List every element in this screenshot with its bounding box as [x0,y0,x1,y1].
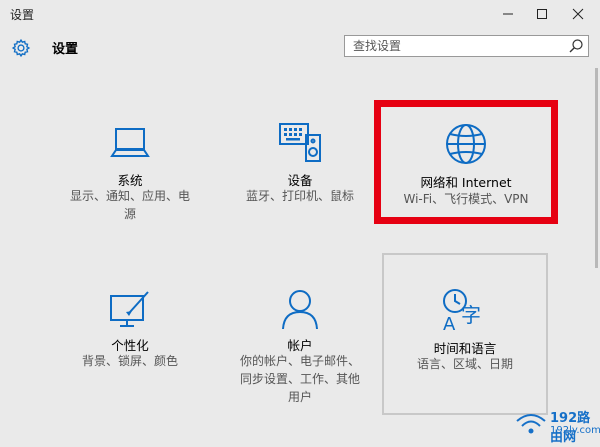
svg-text:A: A [443,314,456,332]
page-title: 设置 [52,42,79,57]
title-bar: 设置 [0,0,600,28]
search-box[interactable] [344,35,589,57]
keyboard-speaker-icon [279,123,321,162]
close-button[interactable] [563,0,593,28]
tile-desc: 语言、区域、日期 [416,357,513,371]
search-icon[interactable] [568,38,584,54]
tile-desc: 同步设置、工作、其他 [239,372,360,386]
close-icon [572,8,584,20]
scrollbar-thumb[interactable] [595,68,598,268]
watermark: 192路由网 192ly.com [510,405,600,447]
tile-devices[interactable]: 设备 蓝牙、打印机、鼠标 [225,115,375,225]
scrollbar[interactable] [593,68,599,438]
tile-desc: 你的帐户、电子邮件、 [239,354,360,368]
person-icon [282,290,318,330]
tile-system[interactable]: 系统 显示、通知、应用、电 源 [55,115,205,225]
tile-network[interactable]: 网络和 Internet Wi-Fi、飞行模式、VPN [374,100,558,224]
minimize-icon [503,13,513,15]
tile-time-language[interactable]: A 字 时间和语言 语言、区域、日期 [382,253,548,415]
watermark-site: 192ly.com [550,425,600,436]
clock-language-icon: A 字 [443,289,481,332]
maximize-button[interactable] [527,0,557,28]
window-title: 设置 [10,8,35,22]
maximize-icon [537,9,547,19]
tile-desc: 显示、通知、应用、电 [69,189,190,203]
tile-label: 网络和 Internet [420,175,512,190]
tile-desc: 背景、锁屏、颜色 [81,354,178,368]
globe-icon [446,124,486,164]
tile-desc: Wi-Fi、飞行模式、VPN [403,192,529,206]
tile-personalization[interactable]: 个性化 背景、锁屏、颜色 [55,280,205,410]
laptop-icon [110,128,150,157]
gear-icon [11,38,31,58]
tile-desc: 用户 [287,390,312,404]
wifi-logo-icon [516,414,546,434]
tile-desc: 蓝牙、打印机、鼠标 [245,189,354,203]
tile-accounts[interactable]: 帐户 你的帐户、电子邮件、 同步设置、工作、其他 用户 [225,280,375,410]
search-input[interactable] [345,36,568,56]
minimize-button[interactable] [493,0,523,28]
svg-text:字: 字 [461,303,481,327]
tile-desc: 源 [123,207,136,221]
paint-screen-icon [110,291,149,327]
